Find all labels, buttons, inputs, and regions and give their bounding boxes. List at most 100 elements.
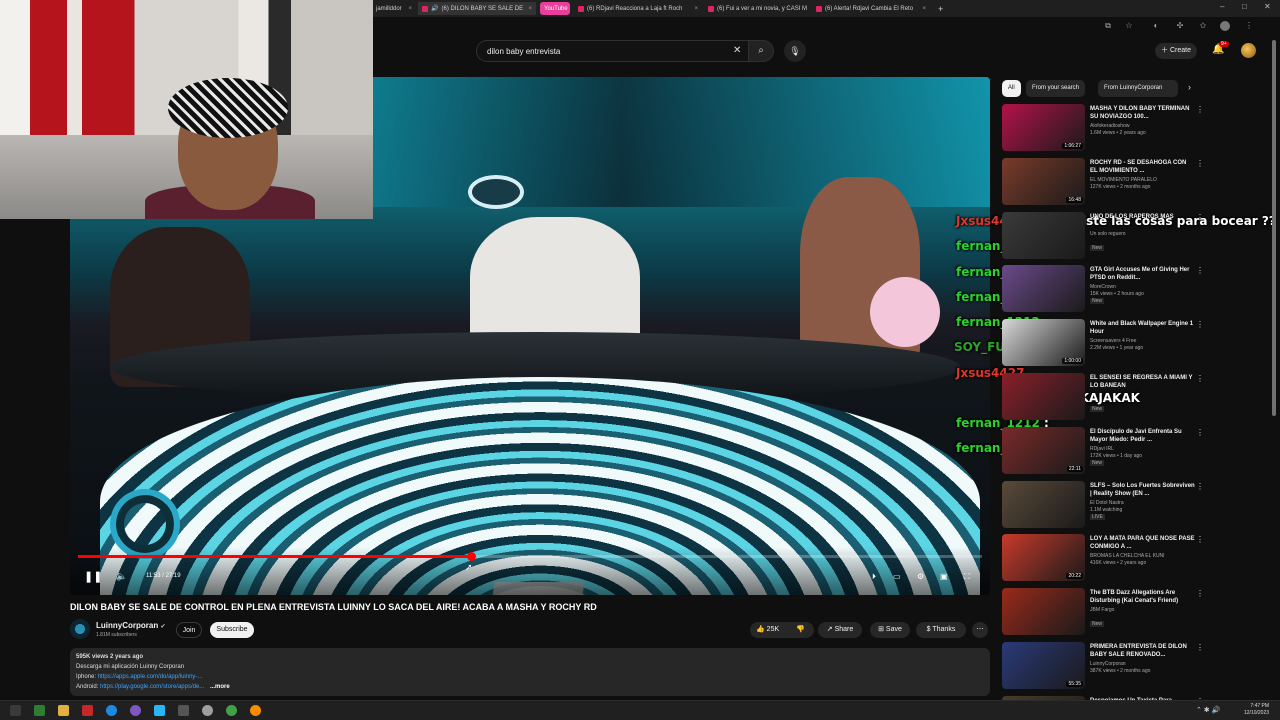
related-video-item[interactable]: 55:35 PRIMERA ENTREVISTA DE DILON BABY SA… <box>1002 642 1204 692</box>
app-icon[interactable] <box>226 705 237 716</box>
more-dots-icon[interactable]: ⋮ <box>1196 320 1204 329</box>
video-title[interactable]: El Discípulo de Javi Enfrenta Su Mayor M… <box>1090 428 1195 444</box>
close-icon[interactable]: × <box>694 6 698 12</box>
more-dots-icon[interactable]: ⋮ <box>1196 428 1204 437</box>
thumbs-down-icon[interactable]: 👎 <box>796 622 805 638</box>
iphone-link[interactable]: https://apps.apple.com/do/app/luinny-... <box>98 674 203 680</box>
video-channel[interactable]: BROMAS LA CHELCHA EL KUNI <box>1090 553 1165 559</box>
miniplayer-icon[interactable]: ▣ <box>940 572 948 581</box>
video-thumbnail[interactable]: 22:11 <box>1002 427 1085 474</box>
video-title[interactable]: SLFS – Solo Los Fuertes Sobreviven | Rea… <box>1090 482 1195 498</box>
more-dots-icon[interactable]: ⋮ <box>1196 535 1204 544</box>
window-close-button[interactable]: ✕ <box>1264 2 1271 11</box>
maximize-button[interactable]: □ <box>1242 2 1247 11</box>
channel-name[interactable]: LuinnyCorporan ✔ <box>96 621 165 630</box>
app-icon[interactable] <box>202 705 213 716</box>
video-title[interactable]: The BTB Dazz Allegations Are Disturbing … <box>1090 589 1195 605</box>
channel-avatar[interactable] <box>70 619 90 639</box>
tab-5[interactable]: (6) Fui a ver a mi novia, y CASI M × <box>704 2 810 15</box>
folder-icon[interactable] <box>58 705 69 716</box>
video-title[interactable]: UNO DE LOS RAPEROS MAS <box>1090 213 1195 221</box>
video-thumbnail[interactable]: 1:06:27 <box>1002 104 1085 151</box>
related-video-item[interactable]: UNO DE LOS RAPEROS MAS Un solo reguero New… <box>1002 212 1204 262</box>
video-channel[interactable]: MoreCrown <box>1090 284 1116 290</box>
video-channel[interactable]: EL MOVIMIENTO PARALELO <box>1090 177 1157 183</box>
profile-avatar[interactable] <box>1220 21 1230 31</box>
more-dots-icon[interactable]: ⋮ <box>1196 374 1204 383</box>
app-icon[interactable] <box>178 705 189 716</box>
tab-2[interactable]: 🔊 (6) DILON BABY SE SALE DE × <box>418 2 536 15</box>
video-channel[interactable]: Alofokeradioshow <box>1090 123 1129 129</box>
related-video-item[interactable]: 16:48 ROCHY RD - SE DESAHOGA CON EL MOVIM… <box>1002 158 1204 208</box>
video-thumbnail[interactable]: 1:00:00 <box>1002 319 1085 366</box>
browser-icon[interactable] <box>106 705 117 716</box>
progress-bar[interactable] <box>78 552 982 561</box>
video-thumbnail[interactable] <box>1002 588 1085 635</box>
install-icon[interactable]: ⧉ <box>1103 21 1113 31</box>
app-icon[interactable] <box>82 705 93 716</box>
create-button[interactable]: ＋ Create <box>1155 43 1197 59</box>
save-button[interactable]: ⊞ Save <box>870 622 910 638</box>
video-thumbnail[interactable]: 20:22 <box>1002 534 1085 581</box>
minimize-button[interactable]: – <box>1220 2 1224 11</box>
clear-search-icon[interactable]: ✕ <box>733 45 741 56</box>
tab-3[interactable]: YouTube <box>540 2 570 15</box>
app-icon[interactable] <box>34 705 45 716</box>
video-title[interactable]: GTA Girl Accuses Me of Giving Her PTSD o… <box>1090 266 1195 282</box>
related-video-item[interactable]: 1:00:00 White and Black Wallpaper Engine … <box>1002 319 1204 369</box>
close-icon[interactable]: × <box>528 6 532 12</box>
related-video-item[interactable]: GTA Girl Accuses Me of Giving Her PTSD o… <box>1002 265 1204 315</box>
close-icon[interactable]: × <box>408 6 412 12</box>
more-dots-icon[interactable]: ⋮ <box>1196 159 1204 168</box>
taskbar-clock[interactable]: 7:47 PM 12/10/2023 <box>1244 703 1269 717</box>
more-dots-icon[interactable]: ⋮ <box>1196 643 1204 652</box>
more-actions-button[interactable]: ⋯ <box>972 622 988 638</box>
system-tray-icons[interactable]: ⌃ ✱ 🔊 <box>1196 706 1220 714</box>
subtitles-icon[interactable]: ▭ <box>893 572 901 581</box>
extension-icon[interactable]: ◐ <box>1151 21 1161 31</box>
app-icon[interactable] <box>250 705 261 716</box>
volume-icon[interactable]: 🔈 <box>116 571 127 582</box>
chevron-right-icon[interactable]: › <box>1188 82 1191 92</box>
related-video-item[interactable]: The BTB Dazz Allegations Are Disturbing … <box>1002 588 1204 638</box>
video-title[interactable]: ROCHY RD - SE DESAHOGA CON EL MOVIMIENTO… <box>1090 159 1195 175</box>
tab-1[interactable]: jamillddor × <box>372 2 416 15</box>
video-channel[interactable]: Screensavers 4 Free <box>1090 338 1136 344</box>
related-video-item[interactable]: 1:06:27 MASHA Y DILON BABY TERMINAN SU NO… <box>1002 104 1204 154</box>
close-icon[interactable]: × <box>922 6 926 12</box>
video-thumbnail[interactable] <box>1002 481 1085 528</box>
video-channel[interactable]: JBM Fargo <box>1090 607 1114 613</box>
tab-4[interactable]: (6) RDjavi Reacciona a Laja ft Roch × <box>574 2 702 15</box>
video-title[interactable]: PRIMERA ENTREVISTA DE DILON BABY SALE RE… <box>1090 643 1195 659</box>
related-video-item[interactable]: 20:22 LOY A MATA PARA QUE NOSE PASE CONMI… <box>1002 534 1204 584</box>
speaker-icon[interactable]: 🔊 <box>431 5 438 12</box>
more-dots-icon[interactable]: ⋮ <box>1196 482 1204 491</box>
more-dots-icon[interactable]: ⋮ <box>1196 213 1204 222</box>
voice-search-button[interactable]: 🎙 <box>784 40 806 62</box>
description-box[interactable]: 595K views 2 years ago Descarga mi aplic… <box>70 648 990 696</box>
thanks-button[interactable]: $ Thanks <box>916 622 966 638</box>
related-video-item[interactable]: 22:11 El Discípulo de Javi Enfrenta Su Ma… <box>1002 427 1204 477</box>
puzzle-icon[interactable]: ✣ <box>1175 21 1185 31</box>
chip-from-channel[interactable]: From LuinnyCorporan <box>1098 80 1178 97</box>
video-channel[interactable]: LuinnyCorporan <box>1090 661 1126 667</box>
video-thumbnail[interactable]: 55:35 <box>1002 642 1085 689</box>
video-thumbnail[interactable] <box>1002 212 1085 259</box>
app-icon[interactable] <box>154 705 165 716</box>
account-avatar[interactable] <box>1241 43 1256 58</box>
video-channel[interactable]: RDjavi IRL <box>1090 446 1114 452</box>
chip-all[interactable]: All <box>1002 80 1021 97</box>
pause-icon[interactable]: ❚❚ <box>84 570 102 583</box>
more-dots-icon[interactable]: ⋮ <box>1196 105 1204 114</box>
video-title[interactable]: White and Black Wallpaper Engine 1 Hour <box>1090 320 1195 336</box>
related-video-item[interactable]: EL SENSEI SE REGRESA A MIAMI Y LO BANEAN… <box>1002 373 1204 423</box>
bookmark-star-icon[interactable]: ☆ <box>1124 21 1134 31</box>
tab-6[interactable]: (6) Alerta! Rdjavi Cambia El Reto × <box>812 2 930 15</box>
new-tab-button[interactable]: + <box>934 2 948 15</box>
video-title[interactable]: MASHA Y DILON BABY TERMINAN SU NOVIAZGO … <box>1090 105 1195 121</box>
video-channel[interactable]: El Dotol Nastra <box>1090 500 1124 506</box>
app-icon[interactable] <box>130 705 141 716</box>
more-dots-icon[interactable]: ⋮ <box>1196 589 1204 598</box>
search-input[interactable]: dilon baby entrevista <box>476 40 748 62</box>
video-title[interactable]: EL SENSEI SE REGRESA A MIAMI Y LO BANEAN <box>1090 374 1195 390</box>
